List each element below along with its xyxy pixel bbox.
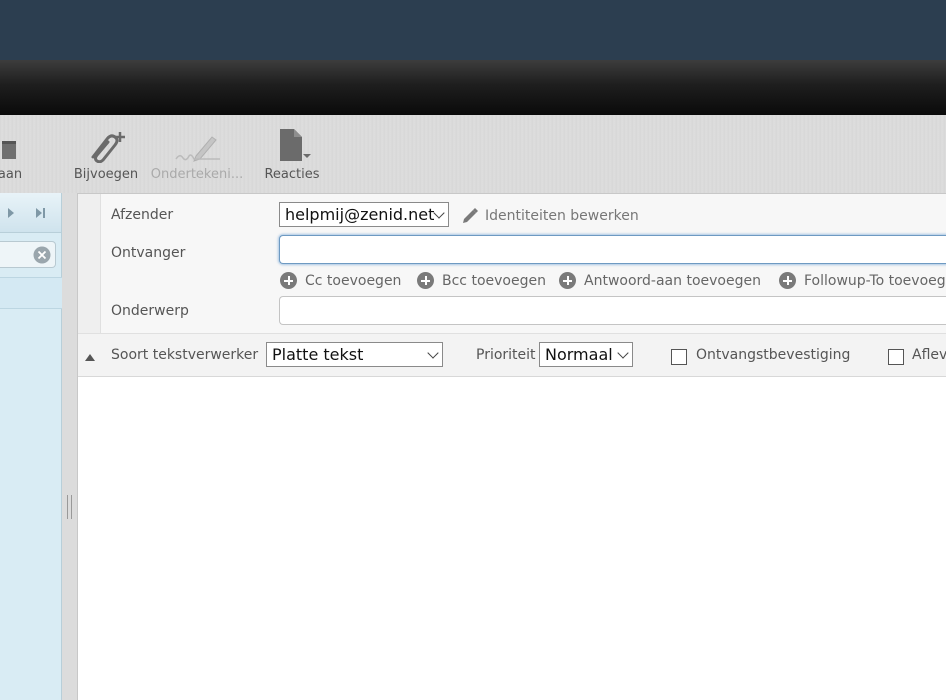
add-followupto-link[interactable]: Followup-To toevoeg xyxy=(779,272,946,289)
left-panel-pager xyxy=(0,193,61,233)
add-cc-link[interactable]: Cc toevoegen xyxy=(280,272,401,289)
pen-signature-icon xyxy=(172,115,222,167)
signature-button[interactable]: Ondertekeni... xyxy=(150,115,244,193)
add-cc-label: Cc toevoegen xyxy=(305,272,402,289)
responses-label: Reacties xyxy=(264,167,320,182)
add-followupto-label: Followup-To toevoeg xyxy=(804,272,946,289)
top-header-bar xyxy=(0,0,946,60)
collapse-headers-icon[interactable] xyxy=(85,354,95,361)
plus-circle-icon xyxy=(779,272,796,289)
edit-identities-label: Identiteiten bewerken xyxy=(485,208,639,224)
priority-value: Normaal xyxy=(545,345,613,364)
from-label: Afzender xyxy=(111,207,174,223)
editor-type-value: Platte tekst xyxy=(272,345,364,364)
splitter-grip[interactable] xyxy=(67,495,72,519)
message-body-editor[interactable] xyxy=(78,378,946,700)
to-label: Ontvanger xyxy=(111,245,186,261)
chevron-down-icon xyxy=(433,207,445,219)
app-header-strip xyxy=(0,60,946,115)
toolbar-partial-label: aan xyxy=(0,167,23,182)
last-page-icon[interactable] xyxy=(34,207,48,219)
clear-search-icon[interactable] xyxy=(33,246,51,264)
edit-identities-link[interactable]: Identiteiten bewerken xyxy=(461,207,639,225)
to-input[interactable] xyxy=(279,235,946,264)
attach-label: Bijvoegen xyxy=(73,167,139,182)
responses-button[interactable]: Reacties xyxy=(260,115,324,193)
add-replyto-link[interactable]: Antwoord-aan toevoegen xyxy=(559,272,761,289)
add-bcc-link[interactable]: Bcc toevoegen xyxy=(417,272,546,289)
plus-circle-icon xyxy=(417,272,434,289)
subject-label: Onderwerp xyxy=(111,303,189,319)
receipt-label: Ontvangstbevestiging xyxy=(696,347,851,363)
plus-circle-icon xyxy=(280,272,297,289)
chevron-down-icon xyxy=(617,347,629,359)
pencil-icon xyxy=(463,208,478,223)
subject-input[interactable] xyxy=(279,296,946,325)
editor-type-label: Soort tekstverwerker xyxy=(111,347,259,363)
dsn-label: Aflev xyxy=(912,347,946,363)
add-replyto-label: Antwoord-aan toevoegen xyxy=(584,272,761,289)
from-select-value: helpmij@zenid.net xyxy=(285,205,435,224)
from-select[interactable]: helpmij@zenid.net xyxy=(279,202,449,227)
plus-circle-icon xyxy=(559,272,576,289)
receipt-checkbox[interactable] xyxy=(671,349,687,365)
left-panel-search-input[interactable] xyxy=(0,241,56,268)
toolbar-button-partial[interactable]: aan xyxy=(0,115,22,193)
priority-select[interactable]: Normaal xyxy=(539,342,633,367)
compose-toolbar: aan Bijvoegen Ondertekeni... Reacties xyxy=(0,115,946,193)
attach-button[interactable]: Bijvoegen xyxy=(72,115,140,193)
chevron-down-icon xyxy=(427,347,439,359)
compose-area: Afzender helpmij@zenid.net Identiteiten … xyxy=(77,193,946,700)
archive-icon xyxy=(0,115,16,167)
left-panel xyxy=(0,193,62,700)
priority-label: Prioriteit xyxy=(476,347,536,363)
panel-splitter[interactable] xyxy=(62,193,77,700)
next-page-icon[interactable] xyxy=(6,207,16,219)
document-dropdown-icon xyxy=(270,115,314,167)
paperclip-icon xyxy=(81,115,131,167)
signature-label: Ondertekeni... xyxy=(150,167,244,182)
add-bcc-label: Bcc toevoegen xyxy=(442,272,546,289)
dsn-checkbox[interactable] xyxy=(888,349,904,365)
list-item[interactable] xyxy=(0,277,62,309)
editor-type-select[interactable]: Platte tekst xyxy=(266,342,443,367)
